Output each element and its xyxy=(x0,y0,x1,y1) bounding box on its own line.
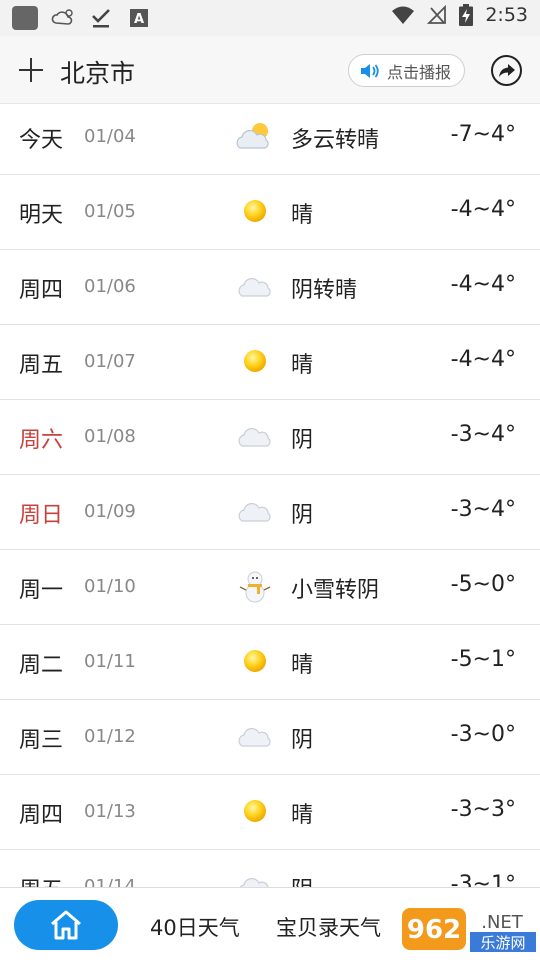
forecast-day: 周三 xyxy=(19,728,64,753)
forecast-row[interactable]: 周五 01/14 阴 -3~1° xyxy=(0,850,540,887)
cloud-icon xyxy=(236,493,274,529)
forecast-day: 周四 xyxy=(19,278,64,303)
forecast-date: 01/14 xyxy=(84,876,136,887)
forecast-temperature: -4~4° xyxy=(450,197,516,222)
forecast-temperature: -3~1° xyxy=(450,872,516,887)
status-time: 2:53 xyxy=(485,4,528,26)
forecast-day: 周五 xyxy=(19,872,63,887)
forecast-temperature: -4~4° xyxy=(450,272,516,297)
forecast-list[interactable]: 今天 01/04 多云转晴 -7~4° 明天 01/05 晴 -4~4° 周四 01/06 阴转晴 -… xyxy=(0,100,540,887)
svg-text:962: 962 xyxy=(407,915,461,945)
forecast-temperature: -4~4° xyxy=(450,347,516,372)
forecast-temperature: -3~3° xyxy=(450,797,516,822)
forecast-condition: 阴 xyxy=(291,503,314,528)
watermark-logo: 962 .NET 乐游网 xyxy=(402,908,536,952)
snowman-icon xyxy=(236,568,274,604)
forecast-row[interactable]: 周五 01/07 晴 -4~4° xyxy=(0,325,540,400)
share-button[interactable] xyxy=(491,55,522,86)
forecast-temperature: -7~4° xyxy=(450,122,516,147)
app-notification-icon xyxy=(12,6,38,30)
cloud-icon xyxy=(236,268,274,304)
forecast-temperature: -3~4° xyxy=(450,422,516,447)
forecast-date: 01/13 xyxy=(84,801,136,822)
forecast-day: 周二 xyxy=(19,653,64,678)
forecast-day: 明天 xyxy=(19,203,64,228)
forecast-condition: 多云转晴 xyxy=(291,128,380,153)
forecast-row[interactable]: 明天 01/05 晴 -4~4° xyxy=(0,175,540,250)
no-signal-icon xyxy=(427,5,447,24)
forecast-row[interactable]: 周二 01/11 晴 -5~1° xyxy=(0,625,540,700)
cloud-icon xyxy=(236,718,274,754)
status-bar: A 2:53 xyxy=(0,0,540,36)
forecast-row[interactable]: 周三 01/12 阴 -3~0° xyxy=(0,700,540,775)
forecast-date: 01/10 xyxy=(84,576,136,597)
download-done-icon xyxy=(88,6,114,30)
speaker-icon xyxy=(361,63,379,78)
broadcast-label: 点击播报 xyxy=(387,62,452,82)
forecast-condition: 阴 xyxy=(291,428,314,453)
forecast-day: 周日 xyxy=(19,503,64,528)
broadcast-button[interactable]: 点击播报 xyxy=(348,54,465,87)
svg-text:乐游网: 乐游网 xyxy=(480,934,525,952)
forecast-date: 01/12 xyxy=(84,726,136,747)
forecast-date: 01/07 xyxy=(84,351,136,372)
forecast-temperature: -5~0° xyxy=(450,572,516,597)
forecast-date: 01/11 xyxy=(84,651,136,672)
add-city-button[interactable] xyxy=(16,55,46,85)
cloud-icon xyxy=(236,418,274,454)
forecast-temperature: -3~4° xyxy=(450,497,516,522)
forecast-row[interactable]: 周四 01/13 晴 -3~3° xyxy=(0,775,540,850)
forecast-date: 01/06 xyxy=(84,276,136,297)
home-button[interactable] xyxy=(14,900,118,950)
forecast-condition: 阴转晴 xyxy=(291,278,358,303)
sun-icon xyxy=(236,343,274,379)
svg-text:.NET: .NET xyxy=(481,912,524,933)
forecast-day: 周四 xyxy=(19,803,64,828)
font-notification-icon: A xyxy=(126,6,152,30)
forecast-condition: 阴 xyxy=(291,728,314,753)
forecast-date: 01/08 xyxy=(84,426,136,447)
forecast-day: 周六 xyxy=(19,428,64,453)
forecast-day: 今天 xyxy=(19,128,64,153)
forecast-date: 01/05 xyxy=(84,201,136,222)
wifi-icon xyxy=(392,6,415,24)
forecast-row[interactable]: 周六 01/08 阴 -3~4° xyxy=(0,400,540,475)
forecast-day: 周五 xyxy=(19,353,64,378)
home-icon xyxy=(51,910,81,940)
sun-icon xyxy=(236,193,274,229)
svg-text:A: A xyxy=(134,12,144,27)
forecast-row[interactable]: 周日 01/09 阴 -3~4° xyxy=(0,475,540,550)
status-bar-right: 2:53 xyxy=(391,4,528,26)
forecast-day: 周一 xyxy=(19,578,64,603)
forecast-condition: 晴 xyxy=(291,353,314,378)
forecast-condition: 阴 xyxy=(291,872,313,887)
forecast-temperature: -3~0° xyxy=(450,722,516,747)
forecast-condition: 小雪转阴 xyxy=(291,578,380,603)
cloud-icon xyxy=(236,868,274,887)
city-title[interactable]: 北京市 xyxy=(60,54,135,90)
forecast-date: 01/09 xyxy=(84,501,136,522)
sun-icon xyxy=(236,793,274,829)
nav-baby-weather[interactable]: 宝贝录天气 xyxy=(276,912,381,942)
forecast-row[interactable]: 今天 01/04 多云转晴 -7~4° xyxy=(0,100,540,175)
forecast-condition: 晴 xyxy=(291,653,314,678)
forecast-condition: 晴 xyxy=(291,803,314,828)
battery-charging-icon xyxy=(459,4,474,26)
forecast-row[interactable]: 周一 01/10 小雪转阴 -5~0° xyxy=(0,550,540,625)
weather-notification-icon xyxy=(50,6,76,30)
share-icon xyxy=(498,63,515,77)
forecast-temperature: -5~1° xyxy=(450,647,516,672)
forecast-date: 01/04 xyxy=(84,126,136,147)
forecast-row[interactable]: 周四 01/06 阴转晴 -4~4° xyxy=(0,250,540,325)
app-header: 北京市 点击播报 xyxy=(0,36,540,104)
cloudy-sun-icon xyxy=(236,118,274,154)
status-bar-left: A xyxy=(12,6,152,30)
forecast-condition: 晴 xyxy=(291,203,314,228)
nav-40-day-weather[interactable]: 40日天气 xyxy=(150,912,240,942)
sun-icon xyxy=(236,643,274,679)
bottom-nav: 40日天气 宝贝录天气 962 .NET 乐游网 xyxy=(0,887,540,960)
